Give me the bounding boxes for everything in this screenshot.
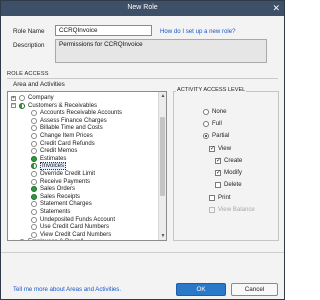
role-name-label: Role Name <box>13 28 45 35</box>
access-none-label: None <box>212 108 227 115</box>
access-level-icon <box>19 239 25 240</box>
tree-item-label: Employees & Payroll <box>28 238 83 240</box>
access-level-icon <box>31 125 37 132</box>
access-full-label: Full <box>212 120 222 127</box>
access-level-icon <box>31 110 37 117</box>
area-activities-label: Area and Activities <box>13 81 65 88</box>
view-balance-label: View Balance <box>218 206 255 213</box>
area-activity-tree[interactable]: + Company − Customers & Receivables Accounts… <box>7 91 167 241</box>
section-divider <box>7 78 278 79</box>
access-level-icon <box>31 148 37 155</box>
delete-label: Delete <box>224 181 242 188</box>
modify-checkbox[interactable]: ✓ <box>215 170 221 176</box>
modify-label: Modify <box>224 169 242 176</box>
create-checkbox[interactable]: ✓ <box>215 158 221 164</box>
print-label: Print <box>218 194 231 201</box>
view-label: View <box>218 145 232 152</box>
access-level-icon <box>31 140 37 147</box>
tree-item[interactable]: + Employees & Payroll <box>8 238 158 240</box>
new-role-dialog: New Role ✕ Role Name CCRQInvoice How do … <box>0 0 285 300</box>
create-label: Create <box>224 157 243 164</box>
access-level-icon <box>31 117 37 124</box>
description-label: Description <box>13 42 45 49</box>
access-level-icon <box>31 193 37 200</box>
title-bar[interactable]: New Role ✕ <box>1 1 284 16</box>
access-level-icon <box>31 201 37 208</box>
role-access-heading: ROLE ACCESS <box>7 71 49 77</box>
role-name-field[interactable]: CCRQInvoice <box>55 25 152 36</box>
access-level-icon <box>31 178 37 185</box>
access-partial-radio[interactable] <box>203 133 209 139</box>
expand-icon[interactable]: + <box>11 239 16 240</box>
areas-activities-help-link[interactable]: Tell me more about Areas and Activities. <box>13 286 121 293</box>
access-level-icon <box>31 163 37 170</box>
footer-divider <box>1 252 284 253</box>
ok-button[interactable]: OK <box>176 283 226 296</box>
access-level-icon <box>31 133 37 139</box>
access-level-icon <box>31 216 37 223</box>
scroll-up-icon[interactable]: ▲ <box>159 92 166 100</box>
access-level-icon <box>31 186 37 193</box>
setup-role-help-link[interactable]: How do I set up a new role? <box>160 28 236 35</box>
view-balance-checkbox[interactable] <box>209 207 215 213</box>
access-partial-label: Partial <box>212 132 230 139</box>
access-level-icon <box>19 95 25 101</box>
view-checkbox[interactable]: ✓ <box>209 146 215 152</box>
collapse-icon[interactable]: − <box>11 103 16 109</box>
access-level-icon <box>31 171 37 177</box>
delete-checkbox[interactable] <box>215 182 221 188</box>
cancel-button[interactable]: Cancel <box>231 283 278 296</box>
role-name-value: CCRQInvoice <box>59 27 98 34</box>
access-level-icon <box>31 209 37 215</box>
access-level-icon <box>31 231 37 238</box>
access-level-icon <box>19 102 25 109</box>
scroll-down-icon[interactable]: ▼ <box>159 232 166 240</box>
access-full-radio[interactable] <box>203 121 209 127</box>
tree-scrollbar[interactable]: ▲ ▼ <box>158 92 166 240</box>
print-checkbox[interactable] <box>209 195 215 201</box>
activity-access-heading: ACTIVITY ACCESS LEVEL <box>176 87 247 93</box>
access-level-icon <box>31 224 37 231</box>
description-value: Permissions for CCRQInvoice <box>59 41 143 48</box>
scroll-thumb[interactable] <box>160 117 165 196</box>
close-icon[interactable]: ✕ <box>272 3 280 13</box>
access-level-icon <box>31 155 37 162</box>
description-field[interactable]: Permissions for CCRQInvoice <box>55 39 267 63</box>
window-title: New Role <box>127 4 158 11</box>
access-none-radio[interactable] <box>203 109 209 115</box>
expand-icon[interactable]: + <box>11 95 16 101</box>
